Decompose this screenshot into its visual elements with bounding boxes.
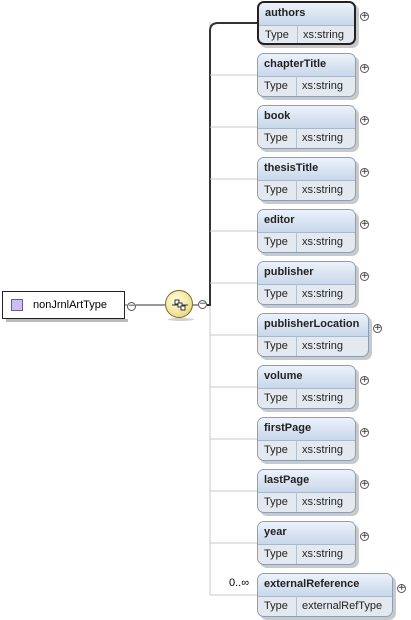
expand-plus-icon[interactable]: + xyxy=(360,272,369,281)
element-type-value: xs:string xyxy=(302,132,343,144)
element-box-first-page[interactable]: firstPage Type xs:string xyxy=(257,417,356,461)
element-type-label: Type xyxy=(264,600,288,612)
element-name: year xyxy=(264,526,287,538)
element-name: lastPage xyxy=(264,474,310,486)
element-header: volume xyxy=(258,366,355,389)
occurrence-label: 0..∞ xyxy=(229,577,250,589)
element-type-divider xyxy=(296,544,297,564)
element-type-divider xyxy=(296,284,297,304)
complex-type-box[interactable]: nonJrnlArtType xyxy=(2,291,128,322)
element-box-book[interactable]: book Type xs:string xyxy=(257,105,356,149)
element-type-label: Type xyxy=(264,548,288,560)
compositor-collapse-minus-icon[interactable]: − xyxy=(198,300,207,309)
connector-line xyxy=(207,22,257,306)
element-name: externalReference xyxy=(264,578,360,590)
element-box-publisher-location[interactable]: publisherLocation Type xs:string xyxy=(257,313,369,357)
expand-plus-icon[interactable]: + xyxy=(360,220,369,229)
element-type-divider xyxy=(296,596,297,616)
element-type-label: Type xyxy=(264,496,288,508)
element-box-year[interactable]: year Type xs:string xyxy=(257,521,356,565)
element-type-value: externalRefType xyxy=(302,600,383,612)
element-name: chapterTitle xyxy=(264,58,327,70)
element-box-external-reference[interactable]: externalReference Type externalRefType xyxy=(257,573,393,617)
element-type-label: Type xyxy=(264,392,288,404)
element-type-value: xs:string xyxy=(303,29,344,41)
expand-plus-icon[interactable]: + xyxy=(373,324,382,333)
element-header: thesisTitle xyxy=(258,158,355,181)
element-type-label: Type xyxy=(264,132,288,144)
expand-plus-icon[interactable]: + xyxy=(360,116,369,125)
sequence-compositor-icon[interactable] xyxy=(165,290,194,321)
type-collapse-minus-icon[interactable]: − xyxy=(127,302,136,311)
element-box-editor[interactable]: editor Type xs:string xyxy=(257,209,356,253)
element-name: authors xyxy=(265,7,306,19)
expand-plus-icon[interactable]: + xyxy=(360,480,369,489)
element-type-divider xyxy=(296,180,297,200)
element-header: publisherLocation xyxy=(258,314,368,337)
element-type-label: Type xyxy=(264,288,288,300)
expand-plus-icon[interactable]: + xyxy=(360,376,369,385)
element-type-label: Type xyxy=(264,236,288,248)
element-type-value: xs:string xyxy=(302,444,343,456)
element-type-divider xyxy=(296,492,297,512)
element-name: volume xyxy=(264,370,303,382)
element-box-publisher[interactable]: publisher Type xs:string xyxy=(257,261,356,305)
element-type-divider xyxy=(296,76,297,96)
element-type-label: Type xyxy=(265,29,289,41)
element-name: book xyxy=(264,110,291,122)
element-header: chapterTitle xyxy=(258,54,355,77)
element-type-label: Type xyxy=(264,184,288,196)
element-type-value: xs:string xyxy=(302,392,343,404)
element-type-divider xyxy=(296,388,297,408)
element-type-value: xs:string xyxy=(302,184,343,196)
element-box-last-page[interactable]: lastPage Type xs:string xyxy=(257,469,356,513)
element-type-value: xs:string xyxy=(302,340,343,352)
expand-plus-icon[interactable]: + xyxy=(360,532,369,541)
element-type-value: xs:string xyxy=(302,80,343,92)
expand-plus-icon[interactable]: + xyxy=(360,12,369,21)
expand-plus-icon[interactable]: + xyxy=(360,64,369,73)
element-name: firstPage xyxy=(264,422,312,434)
element-name: publisher xyxy=(264,266,314,278)
expand-plus-icon[interactable]: + xyxy=(360,168,369,177)
element-name: publisherLocation xyxy=(264,318,360,330)
element-box-chapter-title[interactable]: chapterTitle Type xs:string xyxy=(257,53,356,97)
element-type-divider xyxy=(296,232,297,252)
element-box-thesis-title[interactable]: thesisTitle Type xs:string xyxy=(257,157,356,201)
element-header: year xyxy=(258,522,355,545)
element-header: authors xyxy=(259,3,354,26)
element-header: editor xyxy=(258,210,355,233)
element-type-divider xyxy=(296,336,297,356)
expand-plus-icon[interactable]: + xyxy=(397,584,406,593)
complex-type-name: nonJrnlArtType xyxy=(33,299,107,311)
element-type-label: Type xyxy=(264,80,288,92)
element-type-label: Type xyxy=(264,444,288,456)
element-type-value: xs:string xyxy=(302,288,343,300)
element-box-authors[interactable]: authors Type xs:string xyxy=(257,1,356,45)
element-type-divider xyxy=(297,25,298,43)
complex-type-icon xyxy=(11,299,23,311)
element-header: publisher xyxy=(258,262,355,285)
element-type-label: Type xyxy=(264,340,288,352)
element-type-divider xyxy=(296,128,297,148)
element-type-divider xyxy=(296,440,297,460)
element-header: firstPage xyxy=(258,418,355,441)
element-header: book xyxy=(258,106,355,129)
element-name: thesisTitle xyxy=(264,162,319,174)
element-name: editor xyxy=(264,214,295,226)
element-header: lastPage xyxy=(258,470,355,493)
element-box-volume[interactable]: volume Type xs:string xyxy=(257,365,356,409)
element-type-value: xs:string xyxy=(302,236,343,248)
expand-plus-icon[interactable]: + xyxy=(360,428,369,437)
element-header: externalReference xyxy=(258,574,392,597)
element-type-value: xs:string xyxy=(302,548,343,560)
element-type-value: xs:string xyxy=(302,496,343,508)
